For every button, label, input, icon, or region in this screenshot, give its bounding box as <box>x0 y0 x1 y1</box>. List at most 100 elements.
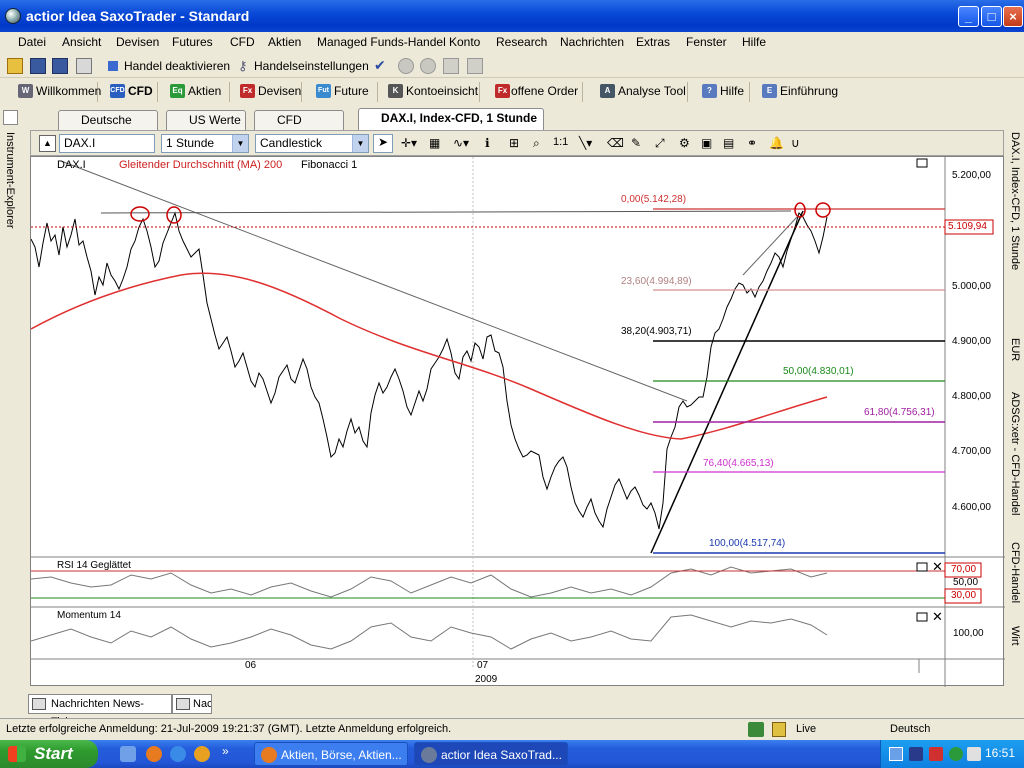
tray-icon[interactable] <box>967 747 981 761</box>
ie-icon[interactable] <box>170 746 186 762</box>
crosshair-icon[interactable]: ✛▾ <box>401 136 417 150</box>
chart-style-select[interactable]: Candlestick ▼ <box>255 134 369 153</box>
home-icon[interactable] <box>443 58 459 74</box>
print-icon[interactable] <box>76 58 92 74</box>
period-select[interactable]: 1 Stunde ▼ <box>161 134 249 153</box>
menu-devisen[interactable]: Devisen <box>116 35 159 49</box>
price-chart-svg[interactable]: ✕ ✕ <box>30 157 1005 687</box>
save-all-icon[interactable] <box>52 58 68 74</box>
tray-icon[interactable] <box>949 747 963 761</box>
menu-cfd[interactable]: CFD <box>230 35 255 49</box>
menu-ansicht[interactable]: Ansicht <box>62 35 101 49</box>
right-tab-eur[interactable]: EUR <box>1009 338 1021 361</box>
menu-konto[interactable]: Konto <box>449 35 480 49</box>
chart-area[interactable]: ✕ ✕ DAX.I Gleitender Durchschnitt (MA) 2… <box>30 156 1005 687</box>
maximize-button[interactable]: □ <box>981 6 1002 27</box>
resistance-line[interactable] <box>100 210 792 214</box>
taskbar-firefox[interactable]: Aktien, Börse, Aktien... <box>254 742 408 766</box>
menu-futures[interactable]: Futures <box>172 35 213 49</box>
tab-us-werte[interactable]: US Werte <box>166 110 246 130</box>
zoom-icon[interactable]: ⌕ <box>533 136 540 151</box>
menu-fenster[interactable]: Fenster <box>686 35 727 49</box>
close-pane-icon[interactable]: ✕ <box>932 560 943 575</box>
check-icon[interactable]: ✔ <box>374 57 386 74</box>
draw-icon[interactable]: ✎ <box>631 136 641 150</box>
trade-settings-button[interactable]: Handelseinstellungen <box>254 59 369 73</box>
zoom-fit-icon[interactable]: ⊞ <box>509 136 519 150</box>
fib-lines[interactable] <box>653 208 945 554</box>
maximize-pane-icon[interactable] <box>916 562 928 572</box>
plus-circle-icon[interactable] <box>398 58 414 74</box>
tool-icon[interactable]: ⚭ <box>747 136 757 150</box>
menu-aktien[interactable]: Aktien <box>268 35 301 49</box>
menu-nachrichten[interactable]: Nachrichten <box>560 35 624 49</box>
maximize-pane-icon[interactable] <box>916 158 928 168</box>
refresh-icon[interactable] <box>467 58 483 74</box>
quicklaunch-icon[interactable] <box>120 746 136 762</box>
info-icon[interactable]: ℹ <box>485 136 490 150</box>
right-tab-cfd[interactable]: CFD-Handel <box>1009 542 1021 603</box>
line-tool-icon[interactable]: ╲▾ <box>579 136 592 150</box>
maximize-pane-icon[interactable] <box>916 612 928 622</box>
tray-icon[interactable] <box>909 747 923 761</box>
fib-legend[interactable]: Fibonacci 1 <box>301 159 357 171</box>
instrument-legend[interactable]: DAX.I <box>57 159 86 171</box>
aktien-button[interactable]: Eq Aktien <box>168 82 230 102</box>
trade-toggle-icon[interactable] <box>108 61 118 71</box>
news-tab-2[interactable]: Nac <box>172 694 212 714</box>
minimize-button[interactable]: _ <box>958 6 979 27</box>
start-button[interactable]: Start <box>0 740 98 768</box>
tray-icon[interactable] <box>929 747 943 761</box>
trade-disable-button[interactable]: Handel deaktivieren <box>124 59 230 73</box>
cursor-tool-icon[interactable]: ➤ <box>373 134 393 153</box>
cfd-button[interactable]: CFD CFD <box>108 82 158 102</box>
right-tab-adsg[interactable]: ADSG:xetr - CFD-Handel <box>1009 392 1021 515</box>
taskbar-saxotrader[interactable]: actior Idea SaxoTrad... <box>414 742 568 766</box>
welcome-button[interactable]: W Willkommen <box>16 82 101 102</box>
tab-cfd-indizes[interactable]: CFD Indizes <box>254 110 344 145</box>
news-ticker-tab[interactable]: Nachrichten News-Ticker <box>28 694 172 728</box>
explorer-pin-icon[interactable] <box>3 110 18 125</box>
alert-bell-icon[interactable]: 🔔 <box>769 136 784 150</box>
tool-icon[interactable]: ▤ <box>723 136 734 150</box>
collapse-up-icon[interactable]: ▲ <box>39 135 56 152</box>
menu-datei[interactable]: Datei <box>18 35 46 49</box>
firefox-icon[interactable] <box>146 746 162 762</box>
ma-legend[interactable]: Gleitender Durchschnitt (MA) 200 <box>119 159 282 171</box>
eraser-icon[interactable]: ⌫ <box>607 136 624 150</box>
title-bar[interactable]: actior Idea SaxoTrader - Standard _ □ × <box>0 0 1024 32</box>
trendline-up[interactable] <box>650 210 804 554</box>
arrow-circle-icon[interactable] <box>420 58 436 74</box>
instrument-field[interactable]: DAX.I <box>59 134 155 153</box>
app-icon[interactable] <box>194 746 210 762</box>
kontoeinsicht-button[interactable]: K Kontoeinsicht <box>386 82 480 102</box>
quicklaunch-more-icon[interactable]: » <box>222 744 229 758</box>
right-tab-dax[interactable]: DAX.I, Index-CFD, 1 Stunde <box>1009 132 1021 270</box>
devisen-button[interactable]: Fx Devisen <box>238 82 302 102</box>
open-orders-button[interactable]: Fx offene Order <box>493 82 583 102</box>
rsi-legend[interactable]: RSI 14 Geglättet <box>57 560 131 571</box>
instrument-explorer-tab[interactable]: Instrument-Explorer <box>4 132 16 229</box>
momentum-legend[interactable]: Momentum 14 <box>57 610 121 621</box>
right-tab-wirt[interactable]: Wirt <box>1009 626 1021 646</box>
menu-extras[interactable]: Extras <box>636 35 670 49</box>
save-icon[interactable] <box>30 58 46 74</box>
close-pane-icon[interactable]: ✕ <box>932 610 943 625</box>
tray-icon[interactable] <box>889 747 903 761</box>
analyse-tool-button[interactable]: A Analyse Tool <box>598 82 688 102</box>
tool-icon[interactable]: ⤢ <box>655 136 665 151</box>
tab-dax-chart[interactable]: DAX.I, Index-CFD, 1 Stunde <box>358 108 544 130</box>
tool-icon[interactable]: ▣ <box>701 136 712 150</box>
ratio-icon[interactable]: 1:1 <box>553 136 568 148</box>
indicator-icon[interactable]: ∿▾ <box>453 136 469 150</box>
help-button[interactable]: ? Hilfe <box>700 82 750 102</box>
tool-icon[interactable]: ⚙ <box>679 136 690 150</box>
menu-managed-funds[interactable]: Managed Funds-Handel <box>317 35 446 49</box>
grid-icon[interactable]: ▦ <box>429 136 440 150</box>
close-button[interactable]: × <box>1003 6 1023 27</box>
magnet-icon[interactable]: ∪ <box>791 136 800 150</box>
open-folder-icon[interactable] <box>7 58 23 74</box>
tab-deutsche-werte[interactable]: Deutsche Werte <box>58 110 158 145</box>
future-button[interactable]: Fut Future <box>314 82 378 102</box>
intro-button[interactable]: E Einführung <box>760 82 842 102</box>
